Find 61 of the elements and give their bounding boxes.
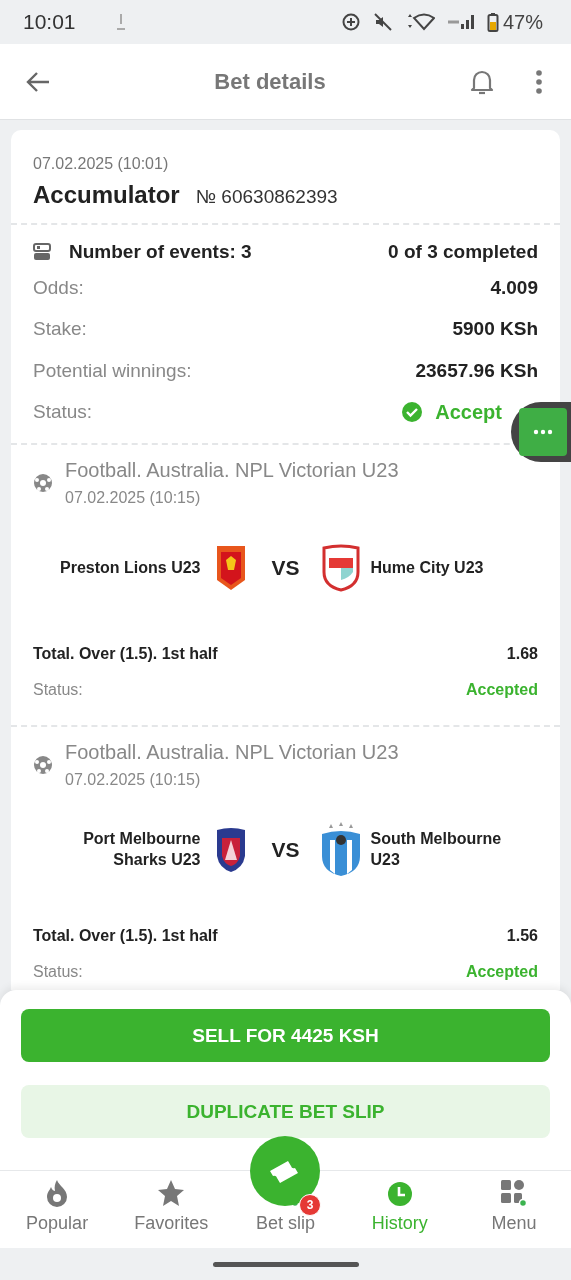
battery-icon — [486, 12, 499, 32]
team-crest-icon — [214, 826, 247, 874]
summary-value: 4.009 — [490, 276, 538, 299]
more-icon — [533, 429, 553, 435]
league-name: Football. Australia. NPL Victorian U23 — [65, 459, 399, 482]
clock-icon — [386, 1181, 413, 1207]
event-date: 07.02.2025 (10:15) — [65, 771, 202, 789]
home-team: Port Melbourne Sharks U23 — [82, 829, 201, 870]
count-badge: 3 — [299, 1194, 321, 1216]
nav-tab[interactable]: Favorites — [114, 1171, 229, 1248]
team-crest-icon — [320, 544, 361, 592]
events-list-icon — [33, 243, 51, 261]
summary-value: 5900 KSh — [452, 318, 538, 341]
summary-label: Stake: — [33, 318, 87, 341]
away-team: South Melbourne U23 — [370, 829, 503, 870]
event-date: 07.02.2025 (10:15) — [65, 489, 202, 507]
battery-level: 47% — [502, 10, 543, 34]
completed-count: 0 of 3 completed — [388, 241, 538, 263]
nav-tab[interactable]: Popular — [0, 1171, 115, 1248]
nav-tab[interactable]: History — [342, 1171, 457, 1248]
market-name: Total. Over (1.5). 1st half — [33, 927, 218, 945]
page-title: Bet details — [213, 68, 327, 95]
football-icon — [33, 755, 53, 775]
away-team: Hume City U23 — [370, 557, 484, 578]
summary-label: Odds: — [33, 276, 84, 299]
download-icon — [115, 13, 126, 31]
star-icon — [157, 1179, 186, 1207]
home-indicator[interactable] — [212, 1261, 359, 1267]
summary-label: Potential winnings: — [33, 359, 192, 382]
status-label: Status: — [33, 681, 83, 699]
summary-value: 23657.96 KSh — [415, 359, 538, 382]
bet-status: Accept — [435, 400, 502, 424]
versus-label: VS — [271, 556, 300, 580]
status-label: Status: — [33, 963, 83, 981]
signal-icon — [446, 13, 475, 31]
event-status: Accepted — [465, 681, 538, 699]
event-odds: 1.68 — [506, 645, 538, 663]
back-arrow-icon[interactable] — [25, 70, 51, 93]
bet-date: 07.02.2025 (10:01) — [33, 155, 170, 173]
duplicate-button[interactable]: DUPLICATE BET SLIP — [21, 1085, 550, 1138]
football-icon — [33, 473, 53, 493]
sell-button[interactable]: SELL FOR 4425 KSH — [21, 1009, 550, 1062]
team-crest-icon — [214, 544, 247, 592]
bet-type: Accumulator — [33, 181, 180, 209]
more-options-icon[interactable] — [535, 68, 543, 95]
mute-icon — [372, 12, 393, 32]
flame-icon — [45, 1179, 70, 1207]
status-label: Status: — [33, 401, 93, 424]
league-name: Football. Australia. NPL Victorian U23 — [65, 741, 399, 764]
nav-tab[interactable]: Menu — [456, 1171, 571, 1248]
market-name: Total. Over (1.5). 1st half — [33, 645, 218, 663]
sync-icon — [340, 12, 361, 32]
event-status: Accepted — [465, 963, 538, 981]
versus-label: VS — [271, 838, 300, 862]
bet-number: № 60630862393 — [195, 186, 338, 208]
status-time: 10:01 — [23, 10, 76, 34]
grid-menu-icon — [499, 1179, 528, 1207]
more-button[interactable] — [511, 402, 571, 462]
events-count: Number of events: 3 — [69, 241, 253, 263]
home-team: Preston Lions U23 — [60, 557, 201, 578]
event-odds: 1.56 — [506, 927, 538, 945]
